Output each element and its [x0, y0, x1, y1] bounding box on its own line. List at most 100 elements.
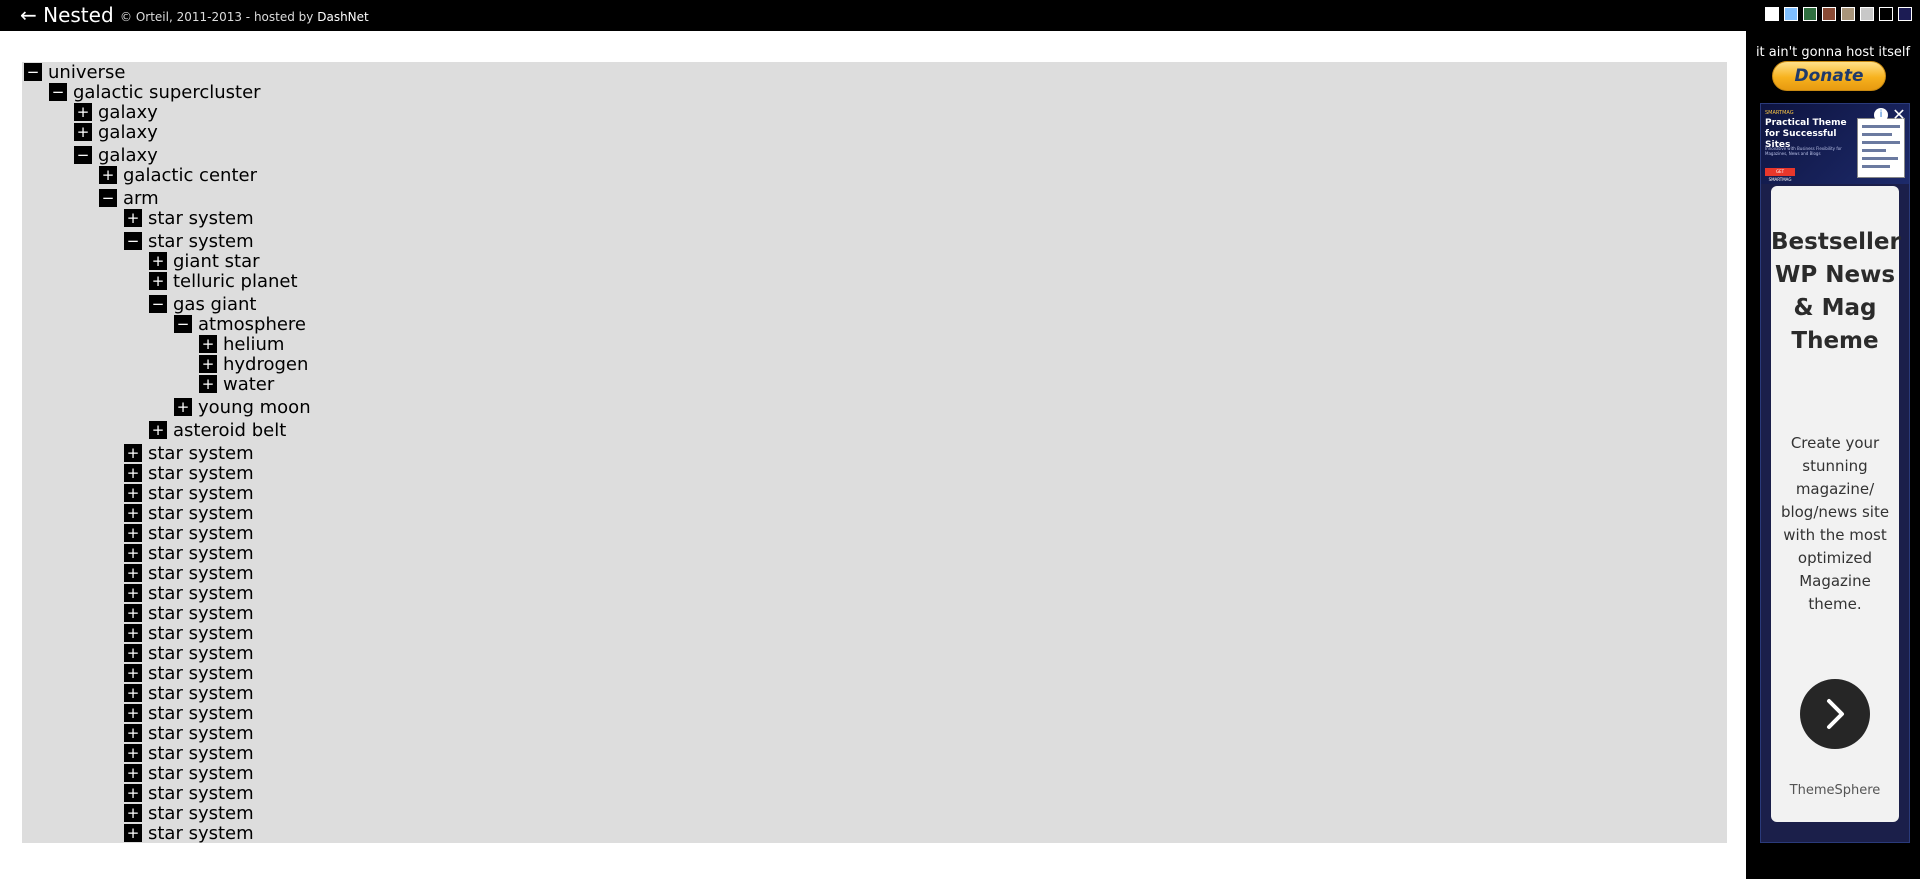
- tree-node-label[interactable]: star system: [148, 663, 254, 684]
- tree-node-label[interactable]: atmosphere: [198, 314, 306, 335]
- tree-node-label[interactable]: star system: [148, 743, 254, 764]
- tree-node[interactable]: + star system: [122, 803, 1727, 824]
- tree-node[interactable]: − star system: [122, 231, 1727, 252]
- collapse-icon[interactable]: −: [74, 146, 92, 164]
- expand-icon[interactable]: +: [124, 484, 142, 502]
- tree-node[interactable]: + star system: [122, 503, 1727, 524]
- tree-node-label[interactable]: star system: [148, 443, 254, 464]
- expand-icon[interactable]: +: [124, 664, 142, 682]
- expand-icon[interactable]: +: [124, 724, 142, 742]
- tree-node-label[interactable]: star system: [148, 563, 254, 584]
- expand-icon[interactable]: +: [124, 524, 142, 542]
- tree-node[interactable]: + star system: [122, 583, 1727, 604]
- tree-node[interactable]: + giant star: [147, 251, 1727, 272]
- tree-node-label[interactable]: star system: [148, 703, 254, 724]
- advertisement[interactable]: SMARTMAG Practical Theme for Successful …: [1760, 103, 1910, 843]
- tree-node[interactable]: + young moon: [172, 397, 1727, 418]
- theme-swatch[interactable]: [1841, 7, 1855, 21]
- tree-node[interactable]: + star system: [122, 723, 1727, 744]
- tree-node[interactable]: + water: [197, 374, 1727, 395]
- tree-node[interactable]: + asteroid belt: [147, 420, 1727, 441]
- tree-node-label[interactable]: hydrogen: [223, 354, 308, 375]
- ad-card[interactable]: Bestseller WP News & Mag Theme Create yo…: [1771, 186, 1901, 822]
- tree-node[interactable]: + star system: [122, 643, 1727, 664]
- expand-icon[interactable]: +: [124, 209, 142, 227]
- tree-node[interactable]: + star system: [122, 763, 1727, 784]
- collapse-icon[interactable]: −: [49, 83, 67, 101]
- theme-swatch[interactable]: [1860, 7, 1874, 21]
- tree-node-label[interactable]: galaxy: [98, 122, 158, 143]
- theme-swatch[interactable]: [1879, 7, 1893, 21]
- tree-node-label[interactable]: star system: [148, 803, 254, 824]
- expand-icon[interactable]: +: [124, 784, 142, 802]
- donate-button[interactable]: Donate: [1772, 61, 1886, 91]
- tree-node[interactable]: + star system: [122, 563, 1727, 584]
- tree-node[interactable]: − arm: [97, 188, 1727, 209]
- tree-node[interactable]: + star system: [122, 743, 1727, 764]
- tree-node-label[interactable]: star system: [148, 483, 254, 504]
- tree-node[interactable]: + galaxy: [72, 102, 1727, 123]
- chevron-right-icon[interactable]: [1800, 679, 1870, 749]
- tree-node[interactable]: + telluric planet: [147, 271, 1727, 292]
- tree-node[interactable]: − galactic supercluster: [47, 82, 1727, 103]
- expand-icon[interactable]: +: [124, 564, 142, 582]
- tree-node-label[interactable]: telluric planet: [173, 271, 298, 292]
- collapse-icon[interactable]: −: [149, 295, 167, 313]
- tree-node-label[interactable]: star system: [148, 623, 254, 644]
- expand-icon[interactable]: +: [99, 166, 117, 184]
- expand-icon[interactable]: +: [124, 544, 142, 562]
- tree-node[interactable]: + galaxy: [72, 122, 1727, 143]
- theme-swatch[interactable]: [1822, 7, 1836, 21]
- expand-icon[interactable]: +: [124, 684, 142, 702]
- expand-icon[interactable]: +: [124, 804, 142, 822]
- tree-node-label[interactable]: star system: [148, 523, 254, 544]
- dashnet-link[interactable]: DashNet: [317, 10, 369, 24]
- tree-node-label[interactable]: universe: [48, 62, 125, 83]
- tree-node[interactable]: − atmosphere: [172, 314, 1727, 335]
- tree-node-label[interactable]: helium: [223, 334, 284, 355]
- tree-node-label[interactable]: star system: [148, 643, 254, 664]
- collapse-icon[interactable]: −: [24, 63, 42, 81]
- tree-node[interactable]: + star system: [122, 703, 1727, 724]
- collapse-icon[interactable]: −: [99, 189, 117, 207]
- tree-node-label[interactable]: galactic center: [123, 165, 257, 186]
- expand-icon[interactable]: +: [124, 444, 142, 462]
- tree-node[interactable]: + star system: [122, 208, 1727, 229]
- expand-icon[interactable]: +: [124, 744, 142, 762]
- expand-icon[interactable]: +: [199, 375, 217, 393]
- expand-icon[interactable]: +: [74, 103, 92, 121]
- expand-icon[interactable]: +: [149, 421, 167, 439]
- tree-node[interactable]: + star system: [122, 683, 1727, 704]
- tree-node-label[interactable]: asteroid belt: [173, 420, 286, 441]
- expand-icon[interactable]: +: [124, 824, 142, 842]
- expand-icon[interactable]: +: [124, 764, 142, 782]
- theme-swatch[interactable]: [1784, 7, 1798, 21]
- tree-node[interactable]: − universe: [22, 62, 1727, 83]
- close-icon[interactable]: ✕: [1892, 107, 1906, 123]
- ad-banner-button[interactable]: GET SMARTMAG: [1765, 168, 1795, 182]
- tree-node-label[interactable]: star system: [148, 208, 254, 229]
- expand-icon[interactable]: +: [124, 604, 142, 622]
- expand-icon[interactable]: +: [124, 644, 142, 662]
- tree-node[interactable]: + helium: [197, 334, 1727, 355]
- collapse-icon[interactable]: −: [124, 232, 142, 250]
- tree-node[interactable]: + star system: [122, 483, 1727, 504]
- tree-node-label[interactable]: water: [223, 374, 274, 395]
- tree-node-label[interactable]: galactic supercluster: [73, 82, 261, 103]
- tree-node[interactable]: + star system: [122, 603, 1727, 624]
- expand-icon[interactable]: +: [124, 704, 142, 722]
- tree-node-label[interactable]: gas giant: [173, 294, 256, 315]
- tree-node[interactable]: + star system: [122, 523, 1727, 544]
- theme-swatch[interactable]: [1803, 7, 1817, 21]
- tree-node[interactable]: + star system: [122, 783, 1727, 804]
- tree-node[interactable]: + star system: [122, 823, 1727, 844]
- expand-icon[interactable]: +: [124, 504, 142, 522]
- tree-node-label[interactable]: star system: [148, 823, 254, 844]
- tree-node-label[interactable]: star system: [148, 231, 254, 252]
- tree-node-label[interactable]: star system: [148, 503, 254, 524]
- tree-node-label[interactable]: star system: [148, 603, 254, 624]
- tree-node[interactable]: + star system: [122, 663, 1727, 684]
- tree-node[interactable]: + hydrogen: [197, 354, 1727, 375]
- tree-node-label[interactable]: star system: [148, 723, 254, 744]
- expand-icon[interactable]: +: [124, 624, 142, 642]
